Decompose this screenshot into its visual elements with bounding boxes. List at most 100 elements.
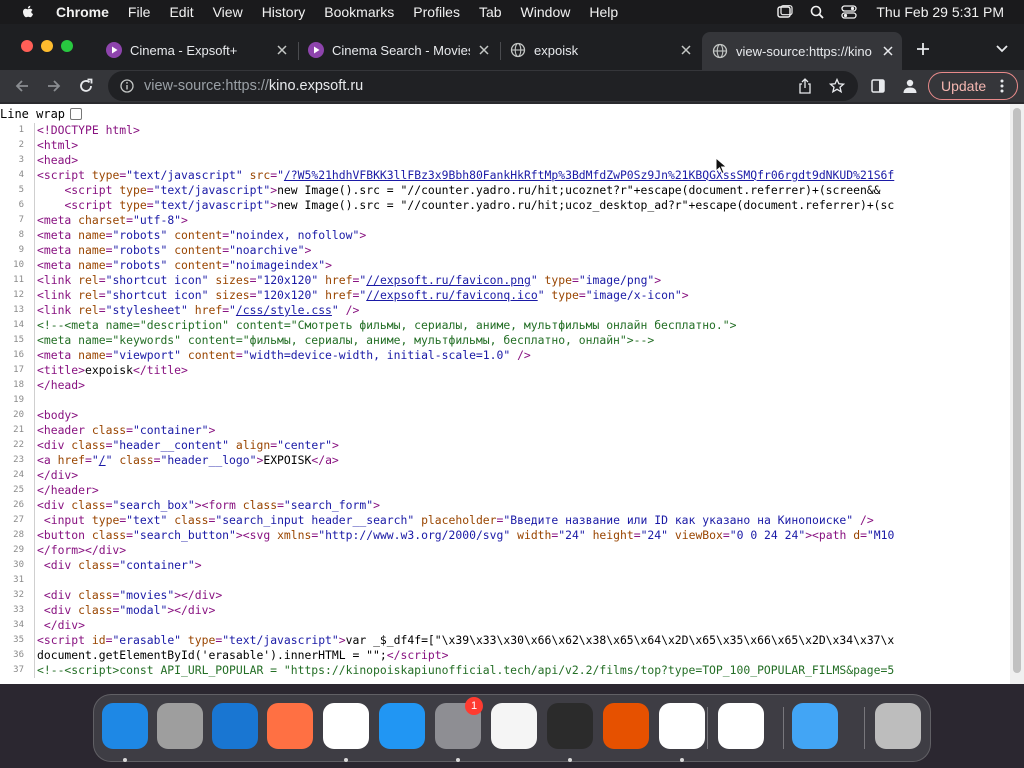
- menu-help[interactable]: Help: [589, 4, 618, 20]
- menu-window[interactable]: Window: [521, 4, 571, 20]
- line-number: 17: [13, 365, 24, 375]
- finder-icon[interactable]: [102, 703, 148, 749]
- safari-icon[interactable]: [212, 703, 258, 749]
- update-button[interactable]: Update: [928, 72, 1018, 100]
- search-icon[interactable]: [808, 3, 826, 21]
- minimize-window-button[interactable]: [41, 40, 53, 52]
- tab-expoisk[interactable]: expoisk: [500, 34, 700, 66]
- line-wrap-toggle[interactable]: Line wrap: [0, 107, 83, 121]
- tab-cinema-search[interactable]: Cinema Search - Movies: [298, 34, 498, 66]
- source-line: 13 <link rel="stylesheet" href="/css/styl…: [0, 303, 359, 318]
- line-number: 11: [13, 275, 24, 285]
- tab-close-icon[interactable]: [274, 42, 290, 58]
- line-number: 18: [13, 380, 24, 390]
- line-number: 30: [13, 560, 24, 570]
- line-number: 28: [13, 530, 24, 540]
- menu-tab[interactable]: Tab: [479, 4, 502, 20]
- line-number: 12: [13, 290, 24, 300]
- vscode-icon[interactable]: [659, 703, 705, 749]
- line-number: 1: [18, 125, 24, 135]
- trash-icon[interactable]: [875, 703, 921, 749]
- control-center-icon[interactable]: [840, 3, 858, 21]
- source-line: 21 <header class="container">: [0, 423, 215, 438]
- tab-close-icon[interactable]: [678, 42, 694, 58]
- more-vertical-icon[interactable]: [1000, 79, 1004, 93]
- menu-bookmarks[interactable]: Bookmarks: [324, 4, 394, 20]
- line-code: <meta name="robots" content="noarchive">: [37, 243, 312, 257]
- line-gutter: [26, 393, 35, 408]
- forward-arrow-icon[interactable]: [44, 76, 64, 96]
- firefox-icon[interactable]: [267, 703, 313, 749]
- tab-close-icon[interactable]: [476, 42, 492, 58]
- line-wrap-checkbox[interactable]: [70, 108, 83, 120]
- menu-edit[interactable]: Edit: [169, 4, 193, 20]
- line-code: <meta name="robots" content="noindex, no…: [37, 228, 367, 242]
- line-gutter: [26, 528, 35, 543]
- line-code: <title>expoisk</title>: [37, 363, 188, 377]
- share-icon[interactable]: [798, 78, 812, 98]
- line-gutter: [26, 423, 35, 438]
- line-code: <meta charset="utf-8">: [37, 213, 188, 227]
- line-number: 14: [13, 320, 24, 330]
- dock-separator: [783, 707, 784, 749]
- textedit-icon[interactable]: [491, 703, 537, 749]
- source-line: 4 <script type="text/javascript" src="/?W…: [0, 168, 894, 183]
- line-wrap-label: Line wrap: [0, 107, 66, 121]
- system-settings-icon[interactable]: 1: [435, 697, 483, 749]
- line-gutter: [26, 483, 35, 498]
- menu-clock[interactable]: Thu Feb 29 5:31 PM: [876, 4, 1004, 20]
- line-number: 10: [13, 260, 24, 270]
- tab-cinema-expsoft[interactable]: Cinema - Expsoft+: [96, 34, 296, 66]
- source-line: 29 </form></div>: [0, 543, 126, 558]
- globe-icon: [510, 42, 526, 58]
- line-code: <script type="text/javascript" src="/?W5…: [37, 168, 895, 182]
- weather-icon[interactable]: [792, 703, 838, 749]
- line-gutter: [26, 198, 35, 213]
- line-code: <!--<meta name="description" content="См…: [37, 318, 737, 332]
- menu-file[interactable]: File: [128, 4, 151, 20]
- tab-view-source[interactable]: view-source:https://kino: [702, 32, 902, 70]
- vertical-scrollbar[interactable]: [1010, 104, 1024, 684]
- line-code: </div>: [43, 618, 86, 632]
- line-gutter: [26, 378, 35, 393]
- tab-close-icon[interactable]: [880, 43, 896, 59]
- menu-profiles[interactable]: Profiles: [413, 4, 460, 20]
- chrome-icon[interactable]: [323, 703, 369, 749]
- zoom-window-button[interactable]: [61, 40, 73, 52]
- new-tab-plus-icon[interactable]: [914, 40, 932, 58]
- source-line: 37 <!--<script>const API_URL_POPULAR = "h…: [0, 663, 894, 678]
- scrollbar-thumb[interactable]: [1013, 108, 1021, 673]
- terminal-icon[interactable]: [547, 703, 593, 749]
- tab-title: Cinema Search - Movies: [332, 42, 470, 58]
- profile-avatar-icon[interactable]: [900, 76, 920, 96]
- apple-icon[interactable]: [20, 4, 36, 20]
- app-store-icon[interactable]: [379, 703, 425, 749]
- launchpad-icon[interactable]: [157, 703, 203, 749]
- line-gutter: [26, 603, 35, 618]
- line-gutter: [26, 663, 35, 678]
- menu-history[interactable]: History: [262, 4, 306, 20]
- bookmark-star-icon[interactable]: [828, 77, 846, 98]
- line-gutter: [26, 138, 35, 153]
- menu-view[interactable]: View: [213, 4, 243, 20]
- line-gutter: [26, 363, 35, 378]
- address-bar[interactable]: view-source:https://kino.expsoft.ru: [108, 71, 858, 101]
- source-line: 23 <a href="/" class="header__logo">EXPOI…: [0, 453, 339, 468]
- menu-bar: Chrome File Edit View History Bookmarks …: [0, 0, 1024, 24]
- line-gutter: [26, 543, 35, 558]
- side-panel-icon[interactable]: [868, 76, 888, 96]
- line-number: 26: [13, 500, 24, 510]
- line-code: <input type="text" class="search_input h…: [43, 513, 874, 527]
- site-info-icon[interactable]: [120, 79, 134, 93]
- visual-studio-icon[interactable]: [718, 703, 764, 749]
- menu-app-chrome[interactable]: Chrome: [56, 4, 109, 20]
- source-line: 35 <script id="erasable" type="text/javas…: [0, 633, 894, 648]
- window-icon[interactable]: [776, 3, 794, 21]
- back-arrow-icon[interactable]: [12, 76, 32, 96]
- tab-search-chevron-down-icon[interactable]: [994, 41, 1010, 57]
- source-line: 28 <button class="search_button"><svg xml…: [0, 528, 894, 543]
- close-window-button[interactable]: [21, 40, 33, 52]
- garageband-icon[interactable]: [603, 703, 649, 749]
- reload-icon[interactable]: [76, 76, 96, 96]
- line-number: 20: [13, 410, 24, 420]
